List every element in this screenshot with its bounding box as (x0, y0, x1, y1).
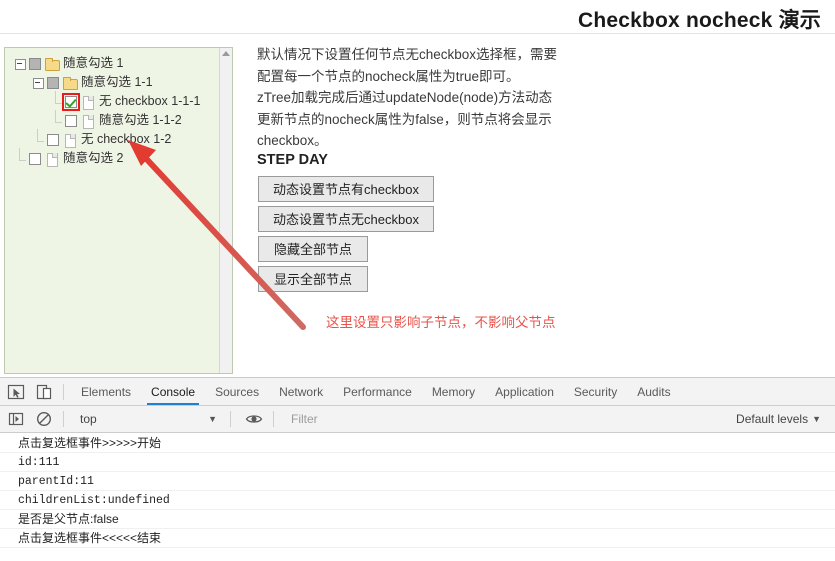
inspect-element-icon[interactable] (4, 380, 28, 404)
description-text: 默认情况下设置任何节点无checkbox选择框，需要 配置每一个节点的nochec… (257, 44, 632, 152)
description-line: 配置每一个节点的nocheck属性为true即可。 (257, 68, 520, 84)
console-log-row: id:111 (0, 453, 835, 472)
tree-node[interactable]: 随意勾选 1 (5, 54, 221, 73)
checkbox-box (65, 95, 77, 108)
step-heading: STEP DAY (257, 152, 328, 168)
log-levels-label: Default levels (736, 412, 809, 426)
tree-scrollbar[interactable] (219, 48, 232, 373)
description-line: 更新节点的nocheck属性为false，则节点将会显示 (257, 111, 552, 127)
tree-node[interactable]: 随意勾选 2 (5, 147, 221, 168)
filterbar-divider-1 (63, 411, 64, 427)
devtools-tab-list: Elements Console Sources Network Performance… (71, 378, 681, 406)
console-log-row: childrenList:undefined (0, 491, 835, 510)
tree-node-checkbox[interactable] (62, 92, 80, 111)
document-icon (45, 152, 60, 167)
description-line: checkbox。 (257, 133, 328, 148)
document-icon (81, 114, 96, 129)
tree-node-checkbox[interactable] (28, 152, 42, 166)
tree-node-label[interactable]: 随意勾选 2 (63, 149, 123, 168)
console-filter-input[interactable] (289, 409, 729, 429)
console-filterbar: top ▼ Default levels ▼ (0, 406, 835, 433)
clear-console-icon[interactable] (32, 407, 56, 431)
tree-node[interactable]: 无 checkbox 1-1-1 (5, 90, 221, 111)
tree-node-checkbox[interactable] (28, 57, 42, 71)
document-icon (81, 95, 96, 110)
tree-node-checkbox[interactable] (46, 133, 60, 147)
checkbox-box (47, 133, 59, 146)
title-divider (0, 33, 835, 34)
description-line: 默认情况下设置任何节点无checkbox选择框，需要 (257, 47, 558, 62)
devtools-tab-console[interactable]: Console (141, 378, 205, 405)
devtools-tabbar: Elements Console Sources Network Performance… (0, 378, 835, 406)
tree-line-icon (49, 109, 63, 128)
tree-node-label[interactable]: 随意勾选 1 (63, 54, 123, 73)
checkbox-box (29, 152, 41, 165)
devtools-tab-performance[interactable]: Performance (333, 378, 422, 405)
checkbox-box (65, 114, 77, 127)
scroll-up-arrow-icon[interactable] (222, 51, 230, 56)
checkbox-box (47, 76, 59, 89)
page-title: Checkbox nocheck 演示 (577, 9, 821, 32)
tree-collapse-icon[interactable] (13, 57, 27, 71)
tree-node[interactable]: 随意勾选 1-1-2 (5, 109, 221, 130)
tree-node-checkbox[interactable] (46, 76, 60, 90)
tree-line-icon (13, 147, 27, 166)
tree-node-label[interactable]: 无 checkbox 1-1-1 (99, 92, 200, 111)
tree-node-label[interactable]: 无 checkbox 1-2 (81, 130, 171, 149)
devtools-tab-network[interactable]: Network (269, 378, 333, 405)
console-log-row: 点击复选框事件>>>>>开始 (0, 434, 835, 453)
device-toolbar-icon[interactable] (32, 380, 56, 404)
action-button-0[interactable]: 动态设置节点有checkbox (258, 176, 434, 202)
devtools-tab-elements[interactable]: Elements (71, 378, 141, 405)
folder-icon (63, 76, 78, 90)
execution-context-select[interactable]: top ▼ (73, 410, 223, 429)
chevron-down-icon-levels: ▼ (812, 414, 821, 424)
console-log-row: parentId:11 (0, 472, 835, 491)
filterbar-divider-3 (273, 411, 274, 427)
action-button-2[interactable]: 隐藏全部节点 (258, 236, 368, 262)
chevron-down-icon: ▼ (208, 414, 217, 424)
live-expression-eye-icon[interactable] (242, 407, 266, 431)
log-levels-select[interactable]: Default levels ▼ (736, 412, 821, 426)
ztree-panel[interactable]: 随意勾选 1 随意勾选 1-1 无 checkbox 1-1-1 随意勾选 1-1-2… (4, 47, 233, 374)
ztree-node-list: 随意勾选 1 随意勾选 1-1 无 checkbox 1-1-1 随意勾选 1-1-2… (5, 54, 221, 168)
description-line: zTree加载完成后通过updateNode(node)方法动态 (257, 90, 553, 105)
action-button-group: 动态设置节点有checkbox 动态设置节点无checkbox 隐藏全部节点 显示全部… (258, 176, 434, 296)
console-sidebar-toggle-icon[interactable] (4, 407, 28, 431)
filterbar-divider-2 (230, 411, 231, 427)
devtools-tab-audits[interactable]: Audits (627, 378, 680, 405)
tree-node-label[interactable]: 随意勾选 1-1-2 (99, 111, 182, 130)
console-log-row: 是否是父节点:false (0, 510, 835, 529)
tree-collapse-icon[interactable] (31, 76, 45, 90)
checkbox-box (29, 57, 41, 70)
tree-line-icon (31, 128, 45, 147)
action-button-1[interactable]: 动态设置节点无checkbox (258, 206, 434, 232)
tree-node[interactable]: 无 checkbox 1-2 (5, 128, 221, 149)
screenshot-root: Checkbox nocheck 演示 随意勾选 1 随意勾选 1-1 无 chec… (0, 0, 835, 561)
devtools-tab-security[interactable]: Security (564, 378, 627, 405)
action-button-3[interactable]: 显示全部节点 (258, 266, 368, 292)
toolbar-divider (63, 383, 64, 400)
devtools-tab-memory[interactable]: Memory (422, 378, 485, 405)
devtools-tab-application[interactable]: Application (485, 378, 564, 405)
execution-context-value: top (80, 412, 97, 426)
annotation-label: 这里设置只影响子节点，不影响父节点 (326, 315, 556, 330)
tree-node-label[interactable]: 随意勾选 1-1 (81, 73, 153, 92)
tree-node[interactable]: 随意勾选 1-1 (5, 73, 221, 92)
console-output[interactable]: 点击复选框事件>>>>>开始 id:111 parentId:11 childrenL… (0, 434, 835, 561)
tree-line-icon (49, 90, 63, 109)
console-log-row: 点击复选框事件<<<<<结束 (0, 529, 835, 548)
devtools-tab-sources[interactable]: Sources (205, 378, 269, 405)
web-page-area: Checkbox nocheck 演示 随意勾选 1 随意勾选 1-1 无 chec… (0, 0, 835, 377)
folder-icon (45, 57, 60, 71)
devtools-panel: Elements Console Sources Network Performance… (0, 377, 835, 561)
tree-node-checkbox[interactable] (64, 114, 78, 128)
document-icon (63, 133, 78, 148)
